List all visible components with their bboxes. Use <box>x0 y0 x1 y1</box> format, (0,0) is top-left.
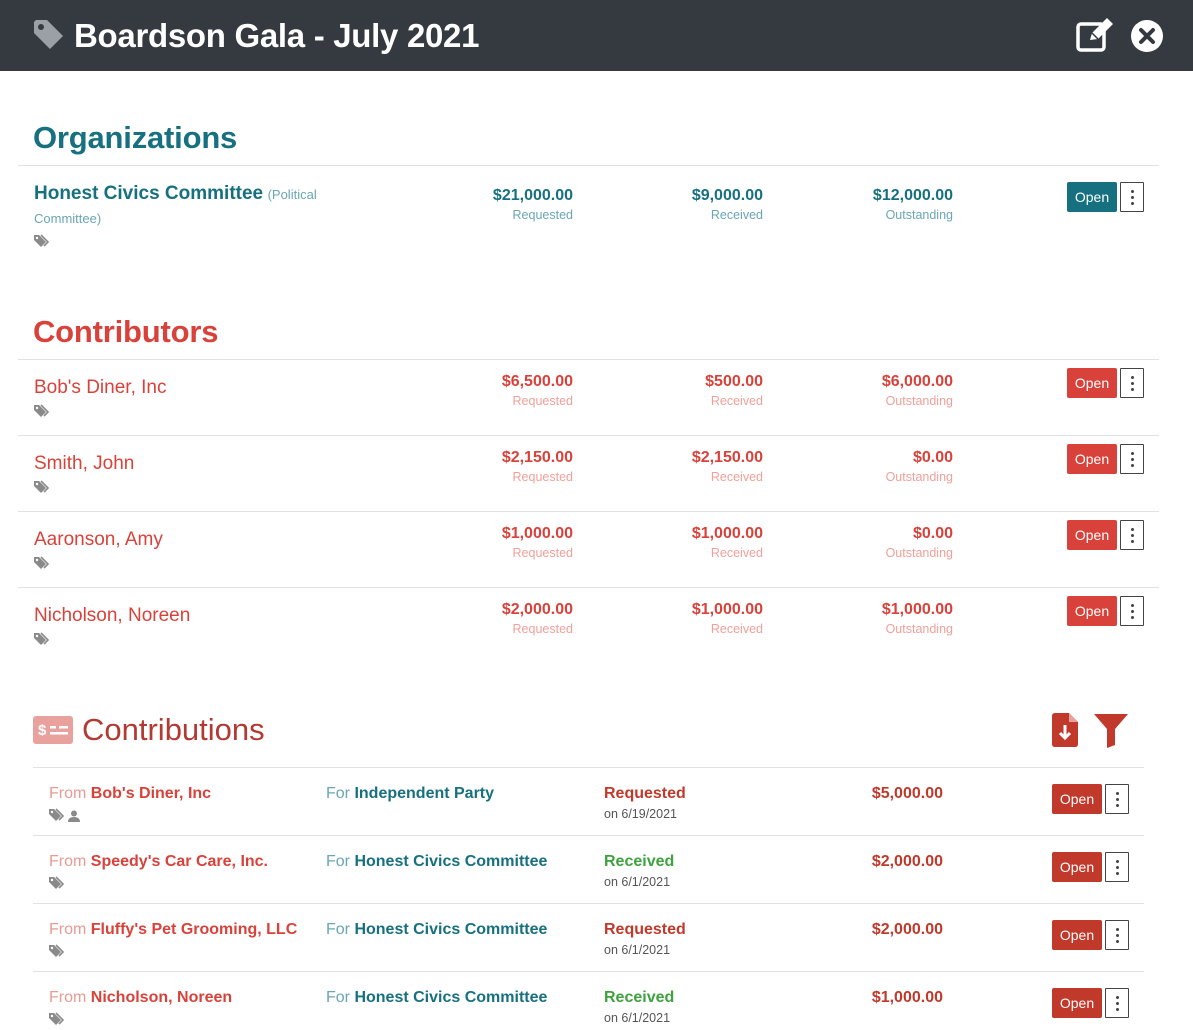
outstanding-amount: $1,000.00 Outstanding <box>881 601 953 636</box>
tags-icon[interactable] <box>34 556 50 575</box>
contribution-from: From Bob's Diner, Inc <box>49 785 212 802</box>
tags-icon[interactable] <box>34 480 50 499</box>
contribution-amount: $5,000.00 <box>871 785 943 802</box>
open-button[interactable]: Open <box>1067 520 1117 550</box>
contributor-row: Smith, John $2,150.00 Requested $2,150.00… <box>0 436 1193 512</box>
status-badge: Requested <box>604 921 686 938</box>
open-button[interactable]: Open <box>1052 852 1102 882</box>
received-amount: $1,000.00 Received <box>691 525 763 560</box>
requested-amount: $21,000.00 Requested <box>492 187 573 222</box>
received-amount: $9,000.00 Received <box>691 187 763 222</box>
more-options-button[interactable] <box>1120 520 1144 550</box>
more-options-button[interactable] <box>1105 988 1129 1018</box>
recipient-link[interactable]: Independent Party <box>354 785 494 802</box>
contributor-name[interactable]: Nicholson, Noreen <box>34 604 190 628</box>
received-amount: $500.00 Received <box>705 373 763 408</box>
more-options-button[interactable] <box>1120 182 1144 212</box>
organization-name-block: Honest Civics Committee (Political Commi… <box>34 182 354 231</box>
received-amount: $2,150.00 Received <box>691 449 763 484</box>
more-options-button[interactable] <box>1105 852 1129 882</box>
modal-header: Boardson Gala - July 2021 <box>0 0 1193 71</box>
contributor-name[interactable]: Aaronson, Amy <box>34 528 163 552</box>
outstanding-amount: $12,000.00 Outstanding <box>872 187 953 222</box>
more-options-button[interactable] <box>1120 596 1144 626</box>
status-date: on 6/1/2021 <box>604 1011 671 1025</box>
export-file-icon[interactable] <box>1052 713 1078 752</box>
requested-amount: $2,150.00 Requested <box>501 449 573 484</box>
user-icon <box>68 809 80 827</box>
status-date: on 6/1/2021 <box>604 943 671 957</box>
contribution-for: For Honest Civics Committee <box>326 921 548 938</box>
tags-icon[interactable] <box>49 808 65 827</box>
contribution-row: From Fluffy's Pet Grooming, LLC For Hone… <box>0 904 1193 972</box>
close-icon[interactable] <box>1131 20 1163 57</box>
contributor-link[interactable]: Nicholson, Noreen <box>91 989 232 1006</box>
contributor-name[interactable]: Smith, John <box>34 452 134 476</box>
recipient-link[interactable]: Honest Civics Committee <box>354 853 547 870</box>
open-button[interactable]: Open <box>1052 988 1102 1018</box>
outstanding-amount: $6,000.00 Outstanding <box>881 373 953 408</box>
outstanding-amount: $0.00 Outstanding <box>885 449 953 484</box>
open-button[interactable]: Open <box>1052 920 1102 950</box>
open-button[interactable]: Open <box>1052 784 1102 814</box>
svg-text:$: $ <box>38 722 47 739</box>
contribution-for: For Honest Civics Committee <box>326 853 548 870</box>
requested-amount: $6,500.00 Requested <box>501 373 573 408</box>
contribution-row: From Bob's Diner, Inc For Independent Pa… <box>0 768 1193 836</box>
page-title: Boardson Gala - July 2021 <box>74 17 480 54</box>
edit-icon[interactable] <box>1076 18 1114 57</box>
contribution-from: From Speedy's Car Care, Inc. <box>49 853 268 870</box>
contribution-amount: $2,000.00 <box>871 921 943 938</box>
status-date: on 6/1/2021 <box>604 875 671 889</box>
contributions-heading: Contributions <box>82 712 265 747</box>
requested-amount: $1,000.00 Requested <box>501 525 573 560</box>
tags-icon[interactable] <box>34 632 50 651</box>
contributor-row: Nicholson, Noreen $2,000.00 Requested $1,… <box>0 588 1193 664</box>
contribution-row: From Nicholson, Noreen For Honest Civics… <box>0 972 1193 1030</box>
contribution-amount: $2,000.00 <box>871 853 943 870</box>
open-button[interactable]: Open <box>1067 368 1117 398</box>
contribution-for: For Honest Civics Committee <box>326 989 548 1006</box>
received-amount: $1,000.00 Received <box>691 601 763 636</box>
contributor-link[interactable]: Bob's Diner, Inc <box>91 785 211 802</box>
recipient-link[interactable]: Honest Civics Committee <box>354 989 547 1006</box>
tag-icon <box>32 18 66 57</box>
contributor-row: Bob's Diner, Inc $6,500.00 Requested $500… <box>0 360 1193 436</box>
organization-row: Honest Civics Committee (Political Commi… <box>0 166 1193 266</box>
open-button[interactable]: Open <box>1067 444 1117 474</box>
organizations-heading: Organizations <box>33 120 238 155</box>
requested-amount: $2,000.00 Requested <box>501 601 573 636</box>
contribution-amount: $1,000.00 <box>871 989 943 1006</box>
tags-icon[interactable] <box>34 404 50 423</box>
status-badge: Requested <box>604 785 686 802</box>
more-options-button[interactable] <box>1105 784 1129 814</box>
contributor-name[interactable]: Bob's Diner, Inc <box>34 376 166 400</box>
recipient-link[interactable]: Honest Civics Committee <box>354 921 547 938</box>
more-options-button[interactable] <box>1120 368 1144 398</box>
tags-icon[interactable] <box>34 234 50 253</box>
status-date: on 6/19/2021 <box>604 807 677 821</box>
contribution-for: For Independent Party <box>326 785 495 802</box>
contributor-row: Aaronson, Amy $1,000.00 Requested $1,000.… <box>0 512 1193 588</box>
status-badge: Received <box>604 853 675 870</box>
open-button[interactable]: Open <box>1067 182 1117 212</box>
contribution-row: From Speedy's Car Care, Inc. For Honest … <box>0 836 1193 904</box>
contribution-from: From Fluffy's Pet Grooming, LLC <box>49 921 298 938</box>
filter-icon[interactable] <box>1094 714 1128 753</box>
tags-icon[interactable] <box>49 1012 65 1030</box>
contributor-link[interactable]: Fluffy's Pet Grooming, LLC <box>91 921 297 938</box>
organization-name[interactable]: Honest Civics Committee <box>34 183 263 204</box>
more-options-button[interactable] <box>1120 444 1144 474</box>
open-button[interactable]: Open <box>1067 596 1117 626</box>
tags-icon[interactable] <box>49 944 65 963</box>
money-icon: $ <box>33 716 73 749</box>
tags-icon[interactable] <box>49 876 65 895</box>
contributors-heading: Contributors <box>33 314 219 349</box>
contribution-from: From Nicholson, Noreen <box>49 989 233 1006</box>
outstanding-amount: $0.00 Outstanding <box>885 525 953 560</box>
status-badge: Received <box>604 989 675 1006</box>
contributor-link[interactable]: Speedy's Car Care, Inc. <box>91 853 268 870</box>
more-options-button[interactable] <box>1105 920 1129 950</box>
